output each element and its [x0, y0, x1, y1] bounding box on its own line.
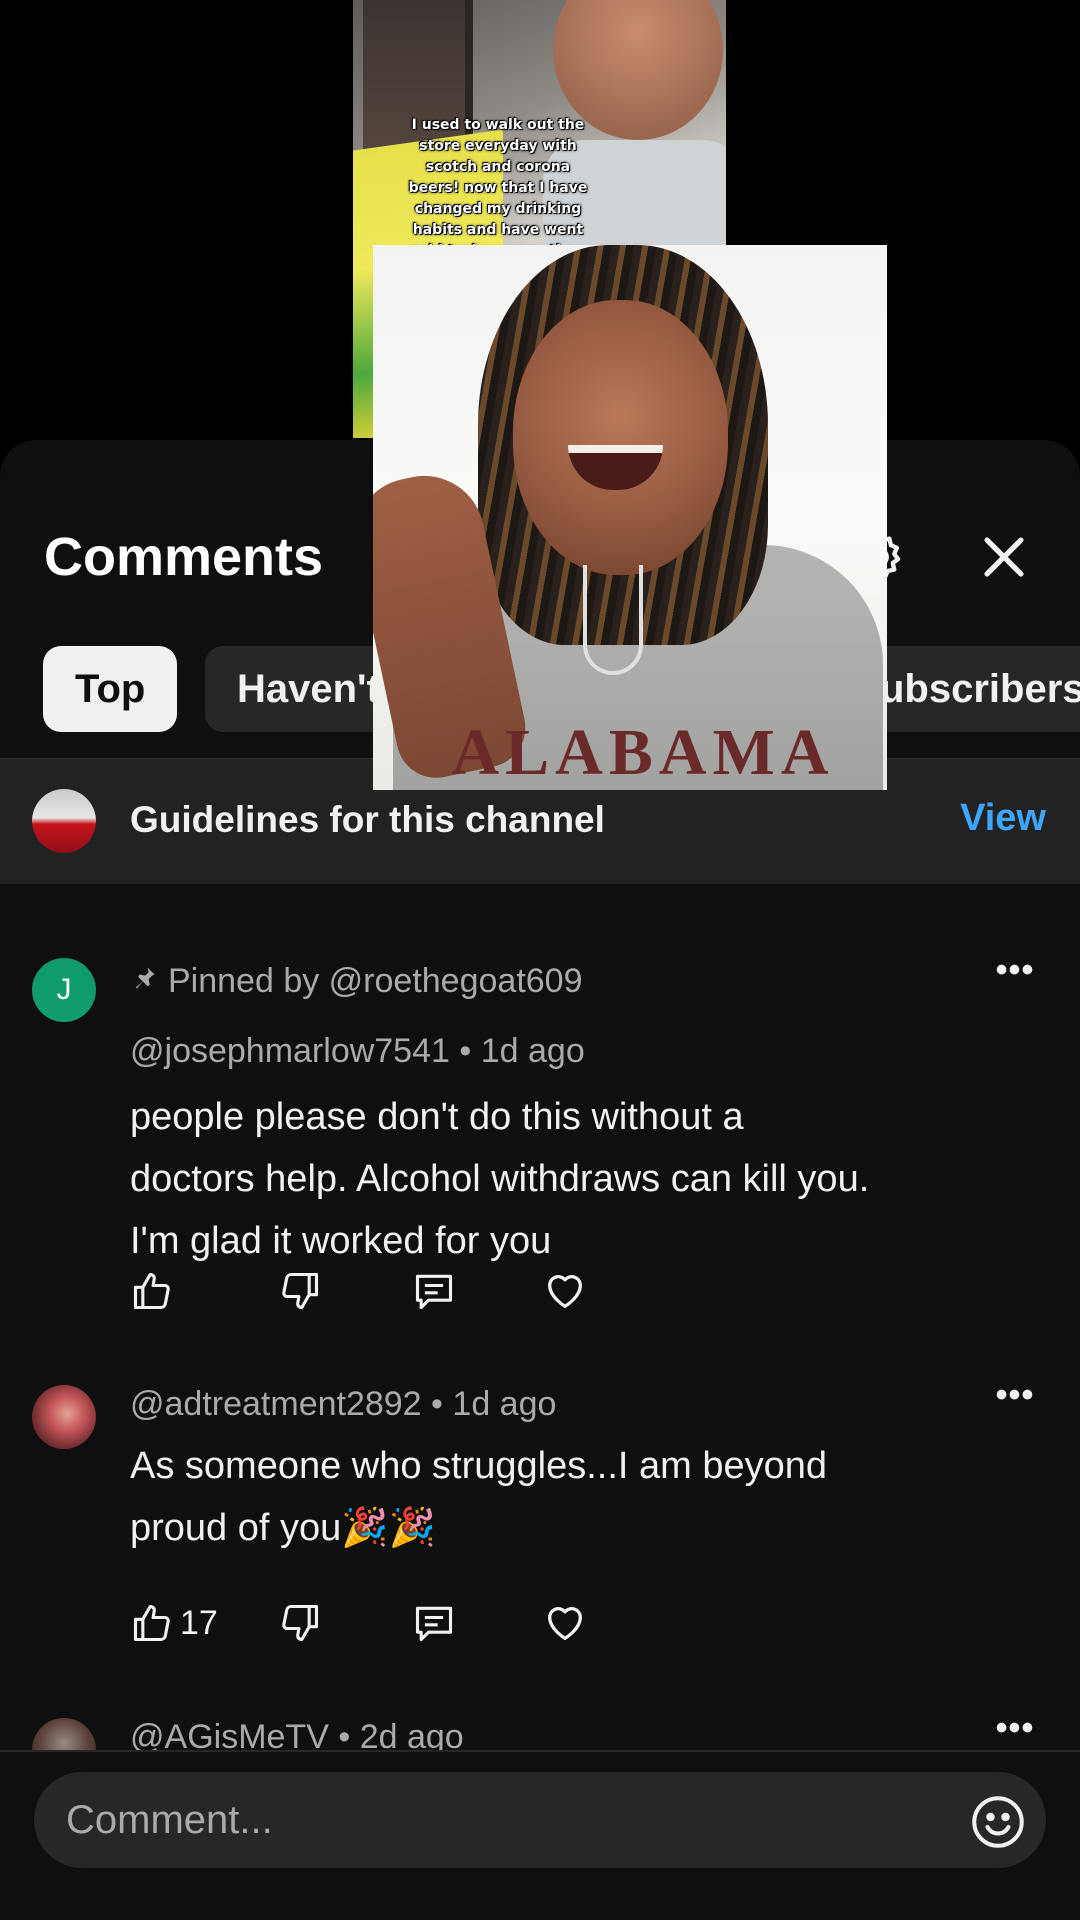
comment-meta: @josephmarlow7541 • 1d ago: [130, 1032, 585, 1071]
comment-body: people please don't do this without a do…: [130, 1086, 1030, 1272]
more-icon: •••: [995, 951, 1035, 989]
heart-icon: [548, 1607, 582, 1640]
comment-line: doctors help. Alcohol withdraws can kill…: [130, 1158, 870, 1200]
guidelines-label: Guidelines for this channel: [130, 799, 605, 840]
pinned-label: Pinned by @roethegoat609: [130, 962, 583, 1001]
comment-time: 1d ago: [452, 1385, 557, 1423]
pip-person-face: [513, 300, 728, 575]
reply-button[interactable]: [412, 1598, 456, 1648]
reply-icon: [415, 1274, 453, 1310]
comment-author[interactable]: @josephmarlow7541: [130, 1032, 450, 1070]
dislike-button[interactable]: [278, 1598, 322, 1648]
comment-actions: [130, 1266, 730, 1316]
comment-author[interactable]: @adtreatment2892: [130, 1385, 422, 1423]
avatar[interactable]: J: [32, 958, 96, 1022]
channel-avatar: [32, 789, 96, 853]
thumbs-down-icon: [282, 1604, 319, 1642]
meta-separator: •: [459, 1032, 481, 1070]
more-options-button[interactable]: •••: [995, 1378, 1035, 1425]
thumbs-down-icon: [282, 1272, 319, 1310]
comment-line: proud of you🎉🎉: [130, 1507, 436, 1549]
comment-body: As someone who struggles...I am beyond p…: [130, 1435, 1030, 1559]
avatar[interactable]: [32, 1385, 96, 1449]
comment-time: 1d ago: [480, 1032, 585, 1070]
emoji-icon: [972, 1796, 1024, 1848]
emoji-button[interactable]: [968, 1792, 1028, 1852]
sheet-title: Comments: [44, 527, 324, 587]
pin-icon: [130, 962, 158, 1001]
pip-person-chain: [583, 565, 643, 675]
reply-button[interactable]: [412, 1266, 456, 1316]
pinned-text: Pinned by @roethegoat609: [168, 962, 583, 1000]
more-options-button[interactable]: •••: [995, 953, 1035, 1000]
like-count: 17: [180, 1603, 218, 1642]
comment-item: J Pinned by @roethegoat609 ••• @josephma…: [0, 920, 1080, 1310]
heart-button[interactable]: [542, 1266, 588, 1316]
comment-input-bar: [0, 1750, 1080, 1920]
comment-actions: 17: [130, 1598, 730, 1648]
close-button[interactable]: [975, 528, 1033, 586]
meta-separator: •: [431, 1385, 453, 1423]
chip-subscribers[interactable]: ubscribers: [870, 646, 1080, 732]
pip-video-overlay[interactable]: ALABAMA: [373, 245, 887, 790]
chip-top[interactable]: Top: [43, 646, 178, 732]
more-icon: •••: [995, 1376, 1035, 1414]
comment-line: I'm glad it worked for you: [130, 1220, 552, 1262]
close-icon: [984, 537, 1024, 577]
thumbs-up-icon: [133, 1272, 170, 1310]
more-icon: •••: [995, 1709, 1035, 1747]
like-button[interactable]: 17: [130, 1598, 218, 1648]
heart-button[interactable]: [542, 1598, 588, 1648]
guidelines-view-link[interactable]: View: [960, 797, 1046, 840]
comment-line: As someone who struggles...I am beyond: [130, 1445, 828, 1487]
like-button[interactable]: [130, 1266, 180, 1316]
reply-icon: [415, 1606, 453, 1642]
heart-icon: [548, 1275, 582, 1308]
comment-input[interactable]: [34, 1772, 1046, 1868]
dislike-button[interactable]: [278, 1266, 322, 1316]
thumbs-up-icon: [133, 1604, 170, 1642]
pip-hoodie-lettering: ALABAMA: [451, 716, 835, 789]
comment-line: people please don't do this without a: [130, 1096, 744, 1138]
comment-meta: @adtreatment2892 • 1d ago: [130, 1385, 556, 1424]
